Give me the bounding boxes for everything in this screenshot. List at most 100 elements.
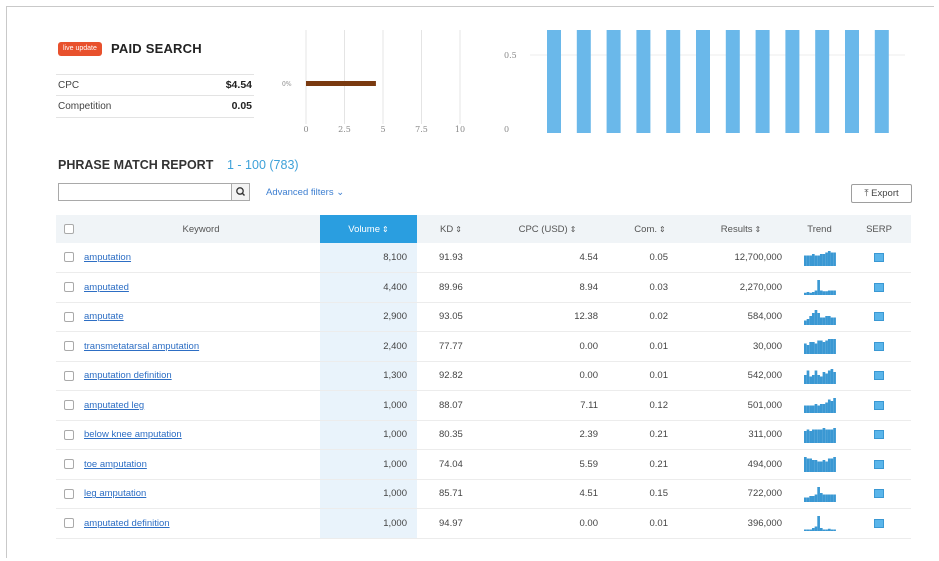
keyword-link[interactable]: amputated leg	[84, 400, 144, 411]
kd-cell: 94.97	[439, 517, 463, 529]
trend-bar	[827, 458, 831, 473]
trend-bar	[830, 317, 833, 325]
keyword-link[interactable]: amputation definition	[84, 370, 172, 381]
trend-bar	[816, 340, 820, 355]
cpc-stat-row: CPC $4.54	[56, 74, 254, 96]
trend-cell	[792, 509, 847, 539]
keyword-link[interactable]: amputation	[84, 252, 131, 263]
cpc-label: CPC	[58, 80, 80, 91]
keyword-cell: toe amputation	[82, 450, 320, 480]
table-row: amputation definition 1,300 92.82 0.00 0.01 5…	[56, 361, 911, 391]
row-checkbox-cell	[56, 479, 82, 509]
cpc-header[interactable]: CPC (USD) ⇕	[485, 215, 610, 243]
search-button[interactable]	[231, 183, 250, 201]
serp-icon[interactable]	[874, 459, 884, 469]
row-checkbox[interactable]	[64, 341, 74, 352]
serp-icon[interactable]	[874, 341, 884, 351]
trend-bar	[822, 342, 825, 355]
table-row: amputated 4,400 89.96 8.94 0.03 2,270,000	[56, 272, 911, 303]
row-checkbox[interactable]	[64, 400, 74, 411]
competition-label: Competition	[58, 101, 112, 112]
trend-cell	[792, 450, 847, 480]
com-cell: 0.15	[649, 488, 669, 500]
keyword-link[interactable]: below knee amputation	[84, 429, 182, 440]
row-checkbox[interactable]	[64, 311, 74, 322]
table-row: toe amputation 1,000 74.04 5.59 0.21 494,000	[56, 449, 911, 480]
volume-header[interactable]: Volume ⇕	[320, 215, 417, 243]
select-all-checkbox[interactable]	[64, 223, 74, 234]
trend-bar	[832, 290, 836, 296]
trend-bar	[827, 250, 831, 266]
results-header-label: Results	[720, 223, 753, 235]
serp-icon[interactable]	[874, 282, 884, 292]
row-checkbox[interactable]	[64, 459, 74, 470]
keyword-link[interactable]: toe amputation	[84, 459, 147, 470]
keyword-link[interactable]: transmetatarsal amputation	[84, 341, 199, 352]
serp-icon[interactable]	[874, 518, 884, 528]
kd-cell: 93.05	[439, 311, 463, 323]
trend-bar	[814, 460, 817, 473]
trend-bar	[827, 429, 831, 443]
keyword-link[interactable]: amputated	[84, 282, 129, 293]
serp-cell	[847, 450, 911, 480]
keyword-link[interactable]: amputate	[84, 311, 124, 322]
volume-cell: 8,100	[320, 243, 417, 273]
kd-cell: 92.82	[439, 370, 463, 382]
paid-search-title: PAID SEARCH	[111, 41, 202, 56]
row-checkbox[interactable]	[64, 370, 74, 381]
sort-icon: ⇕	[455, 224, 462, 234]
row-checkbox-cell	[56, 273, 82, 303]
volume-cell: 2,900	[320, 302, 417, 332]
export-button[interactable]: ⤒ Export	[851, 184, 912, 203]
keyword-search-input[interactable]	[58, 183, 250, 201]
serp-icon[interactable]	[874, 312, 884, 322]
cpc-cell: 8.94	[579, 281, 599, 293]
table-row: amputated leg 1,000 88.07 7.11 0.12 501,000	[56, 390, 911, 420]
trend-bar	[832, 252, 836, 266]
kd-cell: 80.35	[439, 429, 463, 441]
keyword-link[interactable]: leg amputation	[84, 488, 146, 499]
serp-icon[interactable]	[874, 371, 884, 381]
trend-bar	[819, 376, 823, 384]
trend-sparkline	[803, 486, 836, 502]
row-checkbox[interactable]	[64, 518, 74, 529]
serp-icon[interactable]	[874, 400, 884, 410]
row-checkbox[interactable]	[64, 282, 74, 293]
results-header[interactable]: Results ⇕	[690, 215, 792, 243]
com-cell: 0.21	[649, 429, 669, 441]
com-header[interactable]: Com. ⇕	[610, 215, 690, 243]
volume-chart: 0.5 0	[490, 30, 910, 142]
trend-bar	[808, 315, 812, 325]
serp-icon[interactable]	[874, 252, 884, 262]
serp-icon[interactable]	[874, 489, 884, 499]
trend-bar	[832, 339, 836, 355]
com-cell: 0.01	[649, 517, 669, 529]
keyword-header[interactable]: Keyword	[82, 215, 320, 243]
volume-bar	[755, 30, 770, 133]
row-checkbox[interactable]	[64, 252, 74, 263]
competition-value: 0.05	[231, 100, 252, 112]
trend-bar	[824, 252, 828, 266]
keyword-header-label: Keyword	[182, 223, 220, 235]
kd-cell: 89.96	[439, 281, 463, 293]
cpc-value: $4.54	[225, 79, 252, 91]
trend-sparkline	[803, 398, 836, 414]
cpc-cell: 7.11	[580, 399, 598, 411]
search-icon	[236, 187, 245, 196]
keyword-link[interactable]: amputated definition	[84, 518, 170, 529]
results-cell: 494,000	[747, 458, 782, 470]
row-checkbox[interactable]	[64, 429, 74, 440]
row-checkbox[interactable]	[64, 488, 74, 499]
trend-bar	[832, 371, 836, 384]
serp-icon[interactable]	[874, 430, 884, 440]
advanced-filters-toggle[interactable]: Advanced filters ⌄	[266, 187, 344, 198]
results-cell: 311,000	[748, 429, 782, 441]
x-tick-label: 0	[303, 125, 308, 134]
x-tick-label: 10	[455, 125, 465, 134]
cpc-chart-svg: 0 2.5 5 7.5 10 0%	[282, 30, 465, 134]
row-checkbox-cell	[56, 420, 82, 450]
kd-header[interactable]: KD ⇕	[417, 215, 485, 243]
y-tick-label: 0	[504, 125, 509, 134]
trend-bar	[827, 399, 831, 414]
row-checkbox-cell	[56, 332, 82, 362]
